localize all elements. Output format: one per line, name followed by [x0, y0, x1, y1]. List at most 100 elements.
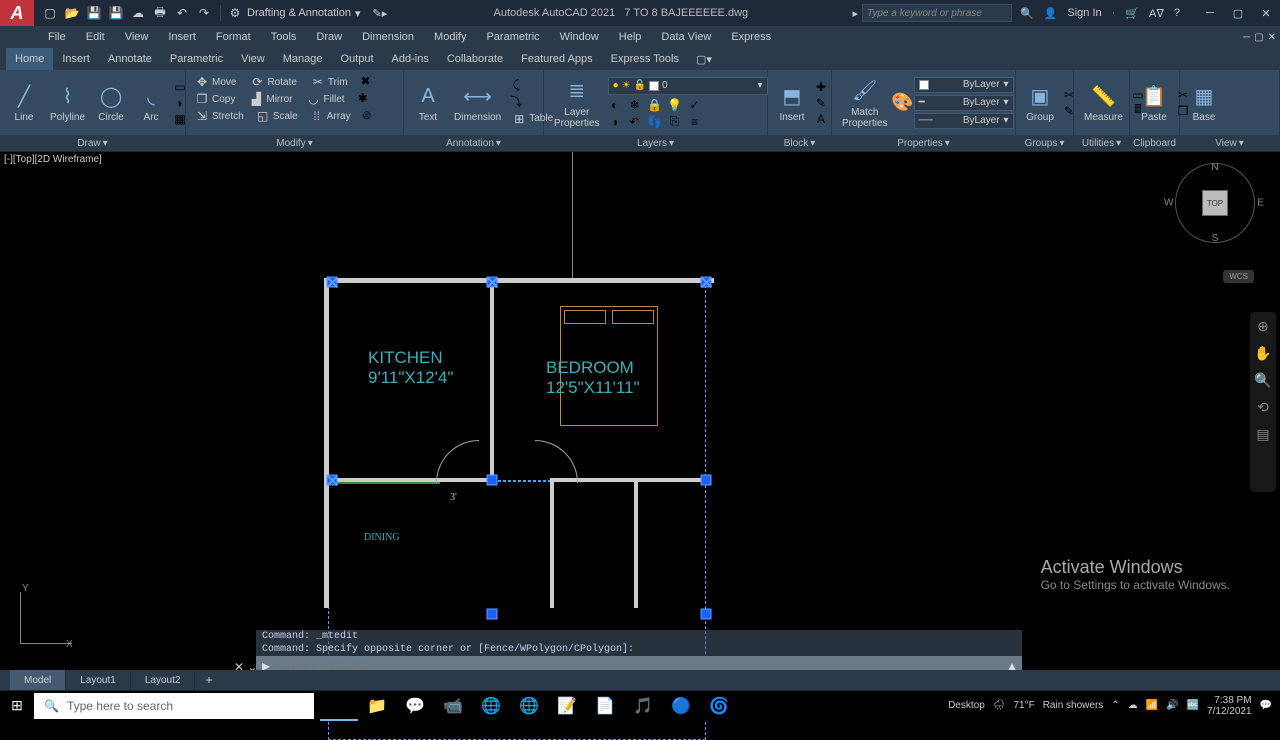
create-block-icon[interactable]: ✚: [814, 80, 828, 94]
app-viber[interactable]: 💬: [396, 691, 434, 721]
web-save-icon[interactable]: ☁: [130, 5, 146, 21]
zoom-icon[interactable]: 🔍: [1254, 372, 1271, 389]
copy-button[interactable]: ❐Copy: [192, 91, 238, 107]
layer-more-icon[interactable]: ≡: [688, 115, 702, 129]
ellipse-icon[interactable]: ◗: [173, 96, 187, 110]
tray-desktop-label[interactable]: Desktop: [948, 700, 985, 711]
panel-groups-title[interactable]: Groups ▾: [1016, 135, 1073, 151]
app-logo[interactable]: A: [0, 0, 34, 26]
edit-block-icon[interactable]: ✎: [814, 96, 828, 110]
match-props-button[interactable]: 🖌Match Properties: [838, 77, 892, 129]
line-button[interactable]: ╱Line: [6, 82, 42, 123]
grip[interactable]: [487, 609, 498, 620]
dimension-button[interactable]: ⟷Dimension: [450, 82, 505, 123]
paste-button[interactable]: 📋Paste: [1136, 82, 1172, 123]
fullnav-icon[interactable]: ⊕: [1257, 318, 1269, 335]
leader-icon[interactable]: ⤹: [509, 79, 523, 93]
tab-addins[interactable]: Add-ins: [383, 48, 438, 70]
hatch-icon[interactable]: ▦: [173, 112, 187, 126]
layout-tab-add[interactable]: +: [195, 673, 222, 687]
layer-lock-icon[interactable]: 🔒: [648, 98, 662, 112]
circle-button[interactable]: ◯Circle: [93, 82, 129, 123]
layer-walk-icon[interactable]: 👣: [648, 115, 662, 129]
layer-iso-icon[interactable]: ◐: [608, 98, 622, 112]
color-combo[interactable]: ByLayer▾: [914, 77, 1014, 93]
menu-insert[interactable]: Insert: [158, 26, 206, 48]
text-button[interactable]: AText: [410, 82, 446, 123]
app-edge[interactable]: 🌀: [700, 691, 738, 721]
viewcube-n[interactable]: N: [1211, 162, 1218, 173]
layout-tab-model[interactable]: Model: [10, 670, 66, 690]
saveas-icon[interactable]: 💾: [108, 5, 124, 21]
app-zoom[interactable]: 📹: [434, 691, 472, 721]
tab-view[interactable]: View: [232, 48, 274, 70]
drawing-canvas[interactable]: [-][Top][2D Wireframe] N S E W TOP WCS ⊕…: [0, 152, 1280, 660]
signin-label[interactable]: Sign In: [1067, 7, 1101, 19]
doc-max-button[interactable]: ▢: [1254, 32, 1263, 43]
viewcube-s[interactable]: S: [1212, 233, 1219, 244]
workspace-selector[interactable]: ⚙ Drafting & Annotation ▾ ✎▸: [220, 5, 393, 21]
color-wheel-icon[interactable]: 🎨: [896, 96, 910, 110]
trim-button[interactable]: ✂Trim: [308, 74, 351, 90]
menu-modify[interactable]: Modify: [424, 26, 476, 48]
panel-modify-title[interactable]: Modify ▾: [186, 135, 403, 151]
tray-onedrive-icon[interactable]: ☁: [1128, 700, 1138, 711]
layer-match-icon[interactable]: ◑: [608, 115, 622, 129]
viewport-label[interactable]: [-][Top][2D Wireframe]: [4, 154, 102, 165]
measure-button[interactable]: 📏Measure: [1080, 82, 1127, 123]
start-button[interactable]: ⊞: [0, 691, 34, 721]
tray-lang-icon[interactable]: 🔤: [1187, 700, 1199, 711]
panel-annotation-title[interactable]: Annotation ▾: [404, 135, 543, 151]
offset-icon[interactable]: ⊜: [360, 108, 374, 122]
app-autocad[interactable]: 🅰: [320, 691, 358, 721]
wcs-badge[interactable]: WCS: [1223, 270, 1254, 283]
menu-view[interactable]: View: [115, 26, 159, 48]
mleader-icon[interactable]: ⤵: [509, 95, 523, 109]
stretch-button[interactable]: ⇲Stretch: [192, 108, 247, 124]
app-word[interactable]: 📄: [586, 691, 624, 721]
cart-icon[interactable]: 🛒: [1125, 7, 1139, 20]
doc-close-button[interactable]: ✕: [1268, 32, 1276, 43]
search-input[interactable]: Type a keyword or phrase: [862, 4, 1012, 22]
search-caret-icon[interactable]: ▸: [848, 7, 862, 20]
close-button[interactable]: ✕: [1252, 3, 1280, 23]
tab-parametric[interactable]: Parametric: [161, 48, 232, 70]
help-icon[interactable]: ?: [1174, 7, 1180, 19]
layer-off-icon[interactable]: 💡: [668, 98, 682, 112]
tray-network-icon[interactable]: 📶: [1146, 700, 1158, 711]
menu-file[interactable]: File: [38, 26, 76, 48]
save-icon[interactable]: 💾: [86, 5, 102, 21]
viewcube-w[interactable]: W: [1164, 198, 1173, 209]
menu-format[interactable]: Format: [206, 26, 261, 48]
app-misc1[interactable]: 🎵: [624, 691, 662, 721]
erase-icon[interactable]: ✖: [359, 74, 373, 88]
plot-icon[interactable]: 🖶: [152, 5, 168, 21]
tray-clock[interactable]: 7:38 PM 7/12/2021: [1207, 695, 1252, 717]
layer-make-icon[interactable]: ✓: [688, 98, 702, 112]
grip[interactable]: [701, 475, 712, 486]
tray-notifications-icon[interactable]: 💬: [1260, 700, 1272, 711]
new-icon[interactable]: ▢: [42, 5, 58, 21]
tab-featured[interactable]: Featured Apps: [512, 48, 602, 70]
menu-draw[interactable]: Draw: [306, 26, 352, 48]
app-chrome1[interactable]: 🌐: [472, 691, 510, 721]
layout-tab-1[interactable]: Layout1: [66, 670, 131, 690]
grip[interactable]: [701, 277, 712, 288]
insert-button[interactable]: ⬒Insert: [774, 82, 810, 123]
a360-icon[interactable]: Aᐁ: [1149, 7, 1164, 20]
linetype-combo[interactable]: ──ByLayer▾: [914, 113, 1014, 129]
panel-draw-title[interactable]: Draw ▾: [0, 135, 185, 151]
tray-chevron-icon[interactable]: ⌃: [1111, 700, 1119, 711]
app-notes[interactable]: 📝: [548, 691, 586, 721]
tray-volume-icon[interactable]: 🔊: [1166, 700, 1178, 711]
layer-prev-icon[interactable]: ↶: [628, 115, 642, 129]
viewcube[interactable]: N S E W TOP: [1170, 158, 1260, 248]
menu-parametric[interactable]: Parametric: [476, 26, 549, 48]
taskbar-search[interactable]: 🔍 Type here to search: [34, 693, 314, 719]
tab-express[interactable]: Express Tools: [602, 48, 688, 70]
app-chrome2[interactable]: 🌐: [510, 691, 548, 721]
menu-express[interactable]: Express: [721, 26, 781, 48]
pan-icon[interactable]: ✋: [1254, 345, 1271, 362]
minimize-button[interactable]: ─: [1196, 3, 1224, 23]
viewcube-e[interactable]: E: [1257, 198, 1264, 209]
